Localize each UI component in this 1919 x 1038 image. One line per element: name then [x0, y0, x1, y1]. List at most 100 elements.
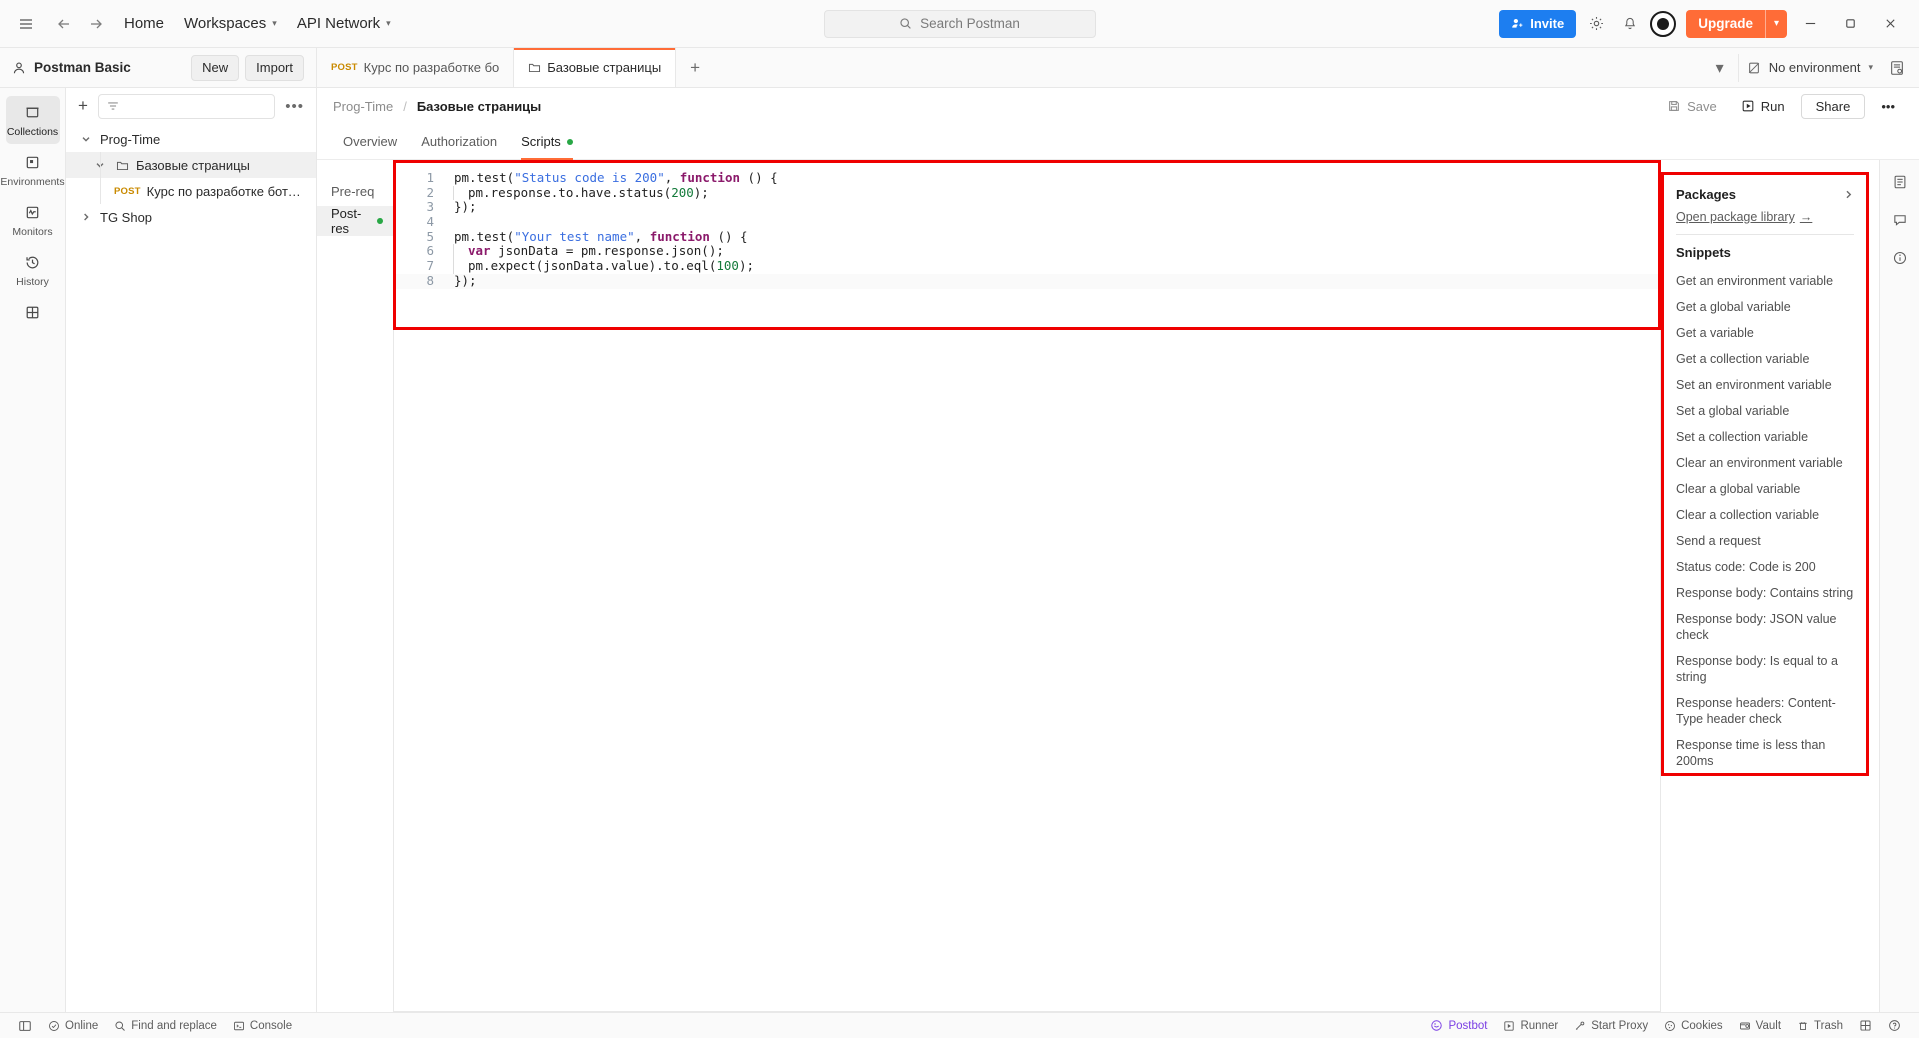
back-arrow-icon[interactable]: [50, 10, 78, 38]
tab-label: Authorization: [421, 134, 498, 149]
runner-button[interactable]: Runner: [1495, 1015, 1566, 1037]
sidebar-toggle-icon[interactable]: [10, 1015, 40, 1037]
documentation-icon[interactable]: [1886, 168, 1914, 196]
forward-arrow-icon[interactable]: [82, 10, 110, 38]
trash-button[interactable]: Trash: [1789, 1015, 1851, 1037]
run-label: Run: [1760, 98, 1785, 114]
find-and-replace-button[interactable]: Find and replace: [106, 1015, 225, 1037]
status-label: Find and replace: [131, 1019, 217, 1032]
script-nav-post-response[interactable]: Post-res: [317, 206, 393, 236]
postbot-button[interactable]: Postbot: [1422, 1015, 1495, 1037]
tree-item-collection-tg-shop[interactable]: TG Shop: [66, 204, 316, 230]
search-input[interactable]: Search Postman: [823, 9, 1096, 38]
run-button[interactable]: Run: [1733, 95, 1793, 118]
status-online[interactable]: Online: [40, 1015, 106, 1037]
code-editor[interactable]: 1 pm.test("Status code is 200", function …: [396, 163, 1658, 289]
more-actions-icon[interactable]: •••: [1873, 95, 1903, 118]
console-button[interactable]: Console: [225, 1015, 300, 1037]
snippet-item[interactable]: Response body: Is equal to a string: [1676, 648, 1854, 690]
open-package-library-link[interactable]: Open package library →: [1676, 210, 1854, 234]
window-minimize-button[interactable]: [1793, 9, 1827, 39]
share-button[interactable]: Share: [1800, 93, 1866, 119]
upgrade-button[interactable]: Upgrade ▾: [1686, 9, 1787, 38]
snippet-item[interactable]: Send a request: [1676, 528, 1854, 554]
request-tab-0[interactable]: POST Курс по разработке бо: [317, 48, 515, 87]
new-tab-button[interactable]: +: [676, 48, 714, 87]
snippet-item[interactable]: Get an environment variable: [1676, 268, 1854, 294]
breadcrumb-parent[interactable]: Prog-Time: [333, 99, 393, 114]
chevron-down-icon[interactable]: [78, 134, 94, 144]
snippet-item[interactable]: Set a global variable: [1676, 398, 1854, 424]
packages-header[interactable]: Packages: [1676, 185, 1854, 210]
import-button[interactable]: Import: [245, 54, 304, 81]
invite-label: Invite: [1530, 16, 1565, 31]
vault-button[interactable]: Vault: [1731, 1015, 1789, 1037]
code-content[interactable]: 1 pm.test("Status code is 200", function …: [396, 163, 1658, 289]
rail-item-collections[interactable]: Collections: [5, 96, 60, 144]
help-icon[interactable]: [1880, 1015, 1909, 1037]
status-label: Trash: [1814, 1019, 1843, 1032]
settings-gear-icon[interactable]: [1582, 10, 1610, 38]
snippet-item[interactable]: Get a collection variable: [1676, 346, 1854, 372]
avatar[interactable]: [1650, 10, 1677, 37]
notifications-bell-icon[interactable]: [1616, 10, 1644, 38]
nav-home[interactable]: Home: [114, 11, 174, 36]
tabs-overflow-chevron-icon[interactable]: ▾: [1702, 48, 1738, 87]
window-maximize-button[interactable]: [1833, 9, 1867, 39]
rail-item-more[interactable]: [6, 296, 60, 328]
status-bar: Online Find and replace Console Postbot: [0, 1012, 1919, 1038]
chevron-down-icon[interactable]: [92, 160, 108, 170]
chevron-right-icon[interactable]: [1843, 189, 1854, 200]
snippet-item[interactable]: Clear a global variable: [1676, 476, 1854, 502]
cookies-button[interactable]: Cookies: [1656, 1015, 1731, 1037]
snippet-item[interactable]: Clear a collection variable: [1676, 502, 1854, 528]
packages-title: Packages: [1676, 187, 1736, 202]
status-label: Cookies: [1681, 1019, 1723, 1032]
script-nav-pre-request[interactable]: Pre-req: [317, 176, 393, 206]
tree-item-request-kurs[interactable]: POST Курс по разработке ботов д...: [66, 178, 316, 204]
invite-button[interactable]: Invite: [1499, 9, 1577, 38]
sidebar-filter-input[interactable]: [97, 93, 276, 119]
layout-toggle-icon[interactable]: [1851, 1015, 1880, 1037]
rail-item-history[interactable]: History: [6, 246, 60, 294]
save-button[interactable]: Save: [1659, 95, 1725, 118]
snippet-item[interactable]: Clear an environment variable: [1676, 450, 1854, 476]
tree-item-collection-prog-time[interactable]: Prog-Time: [66, 126, 316, 152]
tab-scripts[interactable]: Scripts: [511, 124, 583, 160]
environment-selector[interactable]: No environment ▾: [1737, 53, 1881, 82]
snippet-item[interactable]: Response time is less than 200ms: [1676, 732, 1854, 773]
info-circle-icon[interactable]: [1886, 244, 1914, 272]
comments-icon[interactable]: [1886, 206, 1914, 234]
tree-item-folder-bazovye-stranicy[interactable]: Базовые страницы: [66, 152, 316, 178]
window-close-button[interactable]: [1873, 9, 1907, 39]
run-icon: [1741, 99, 1755, 113]
code-line: 6 var jsonData = pm.response.json();: [396, 244, 1658, 260]
snippet-item[interactable]: Response body: Contains string: [1676, 580, 1854, 606]
snippet-item[interactable]: Get a variable: [1676, 320, 1854, 346]
snippet-item[interactable]: Response body: JSON value check: [1676, 606, 1854, 648]
snippet-item[interactable]: Set a collection variable: [1676, 424, 1854, 450]
rail-item-monitors[interactable]: Monitors: [6, 196, 60, 244]
tab-authorization[interactable]: Authorization: [411, 124, 507, 159]
tab-overview[interactable]: Overview: [333, 124, 407, 159]
nav-api-network[interactable]: API Network ▾: [287, 11, 401, 36]
snippet-item[interactable]: Status code: Code is 200: [1676, 554, 1854, 580]
postbot-icon: [1430, 1019, 1443, 1032]
environment-quick-look-icon[interactable]: [1883, 54, 1911, 82]
snippet-item[interactable]: Set an environment variable: [1676, 372, 1854, 398]
add-collection-icon[interactable]: +: [76, 96, 90, 116]
start-proxy-button[interactable]: Start Proxy: [1566, 1015, 1656, 1037]
upgrade-label: Upgrade: [1698, 16, 1753, 31]
sidebar-more-icon[interactable]: •••: [283, 98, 306, 115]
main-tabs: Overview Authorization Scripts: [317, 124, 1919, 160]
new-button[interactable]: New: [191, 54, 240, 81]
indent-guide: [453, 259, 454, 274]
rail-item-environments[interactable]: Environments: [0, 146, 65, 194]
snippet-item[interactable]: Get a global variable: [1676, 294, 1854, 320]
snippet-item[interactable]: Response headers: Content-Type header ch…: [1676, 690, 1854, 732]
hamburger-menu-icon[interactable]: [12, 10, 40, 38]
request-tab-1[interactable]: Базовые страницы: [514, 48, 677, 87]
nav-workspaces[interactable]: Workspaces ▾: [174, 11, 287, 36]
snippet-item[interactable]: Status code: Successful POST request: [1676, 774, 1854, 776]
chevron-right-icon[interactable]: [78, 212, 94, 222]
